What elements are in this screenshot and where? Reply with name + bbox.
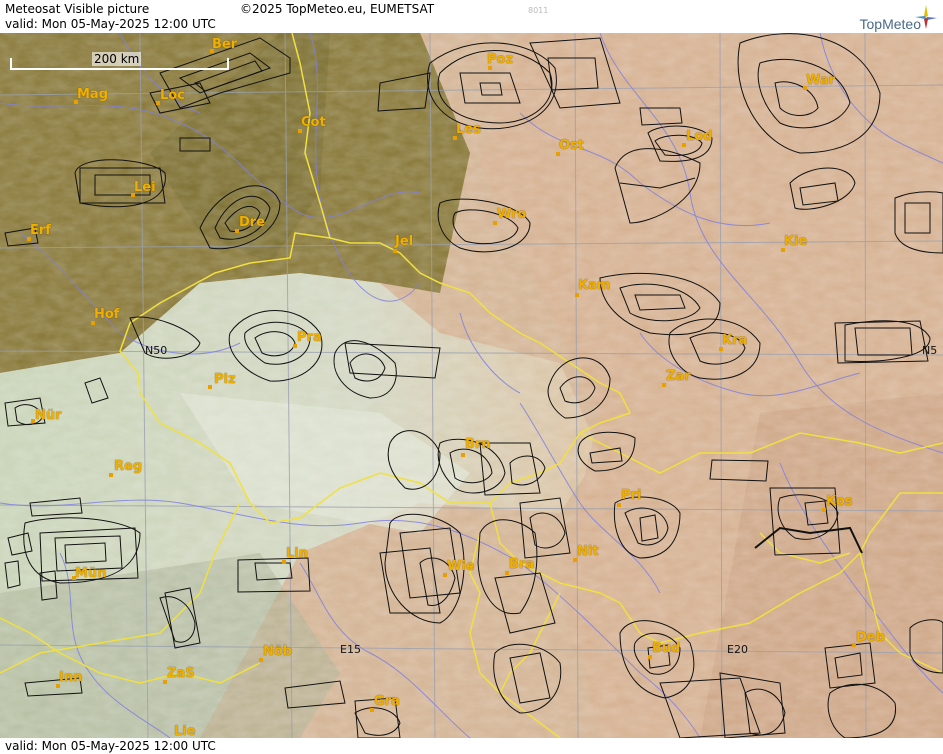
topmeteo-logo-icon[interactable] [913, 3, 939, 31]
city-label-nur[interactable]: Nür [35, 408, 62, 423]
city-label-erf[interactable]: Erf [30, 223, 51, 238]
map-title: Meteosat Visible picture [5, 2, 150, 16]
city-label-dre[interactable]: Dre [239, 215, 265, 230]
header-bar: Meteosat Visible picture valid: Mon 05-M… [0, 0, 943, 34]
valid-time-footer: valid: Mon 05-May-2025 12:00 UTC [5, 739, 216, 753]
city-label-mun[interactable]: Mün [75, 566, 106, 581]
city-label-bra[interactable]: Bra [509, 557, 534, 572]
image-code: 8011 [528, 6, 549, 15]
city-label-brn[interactable]: Brn [465, 437, 491, 452]
city-label-wie[interactable]: Wie [447, 559, 475, 574]
satellite-map[interactable]: 200 km Ber Poz War Mag Loc Cot Les Ost L… [0, 33, 943, 738]
grid-label-e15: E15 [340, 643, 361, 656]
city-label-deb[interactable]: Deb [856, 630, 885, 645]
city-label-ber[interactable]: Ber [212, 37, 237, 52]
city-label-wro[interactable]: Wro [497, 207, 526, 222]
city-label-lod[interactable]: Lod [686, 129, 713, 144]
city-label-pra[interactable]: Pra [297, 330, 322, 345]
city-label-lie[interactable]: Lie [174, 724, 196, 738]
city-label-zar[interactable]: Zar [666, 369, 691, 384]
city-label-zas[interactable]: ZaS [167, 666, 195, 681]
city-label-nit[interactable]: Nit [577, 544, 599, 559]
city-label-kra[interactable]: Kra [722, 333, 747, 348]
city-label-lin[interactable]: Lin [286, 546, 308, 561]
city-label-inn[interactable]: Inn [59, 670, 82, 685]
scale-bar-label: 200 km [92, 52, 142, 66]
city-marker [461, 453, 465, 457]
city-marker [393, 249, 397, 253]
city-label-pri[interactable]: Pri [621, 488, 641, 503]
city-label-kam[interactable]: Kam [578, 278, 610, 293]
city-marker [208, 385, 212, 389]
city-label-loc[interactable]: Loc [160, 88, 185, 103]
city-label-ost[interactable]: Ost [559, 138, 584, 153]
city-label-plz[interactable]: Plz [214, 372, 236, 387]
grid-label-n50-east: N5 [922, 344, 938, 357]
city-label-lei[interactable]: Lei [134, 180, 156, 195]
city-marker [109, 473, 113, 477]
city-label-nob[interactable]: Nöb [263, 644, 292, 659]
city-label-jel[interactable]: Jel [395, 234, 413, 249]
city-label-hof[interactable]: Hof [94, 307, 119, 322]
city-label-cot[interactable]: Cot [301, 115, 326, 130]
valid-time-header: valid: Mon 05-May-2025 12:00 UTC [5, 17, 216, 31]
city-label-war[interactable]: War [806, 73, 835, 88]
footer-bar: valid: Mon 05-May-2025 12:00 UTC [0, 738, 943, 754]
grid-label-e20: E20 [727, 643, 748, 656]
city-label-mag[interactable]: Mag [77, 87, 108, 102]
city-label-reg[interactable]: Reg [114, 459, 142, 474]
city-label-les[interactable]: Les [456, 122, 481, 137]
copyright: ©2025 TopMeteo.eu, EUMETSAT [240, 2, 435, 16]
city-label-gra[interactable]: Gra [374, 694, 400, 709]
city-marker [575, 293, 579, 297]
brand-name[interactable]: TopMeteo [860, 16, 921, 32]
city-marker [617, 503, 621, 507]
grid-label-n50-west: N50 [145, 344, 168, 357]
city-label-bud[interactable]: Bud [652, 641, 680, 656]
map-canvas [0, 33, 943, 738]
city-label-kie[interactable]: Kie [784, 234, 807, 249]
city-label-poz[interactable]: Poz [487, 52, 513, 67]
city-label-kos[interactable]: Kos [826, 494, 853, 509]
